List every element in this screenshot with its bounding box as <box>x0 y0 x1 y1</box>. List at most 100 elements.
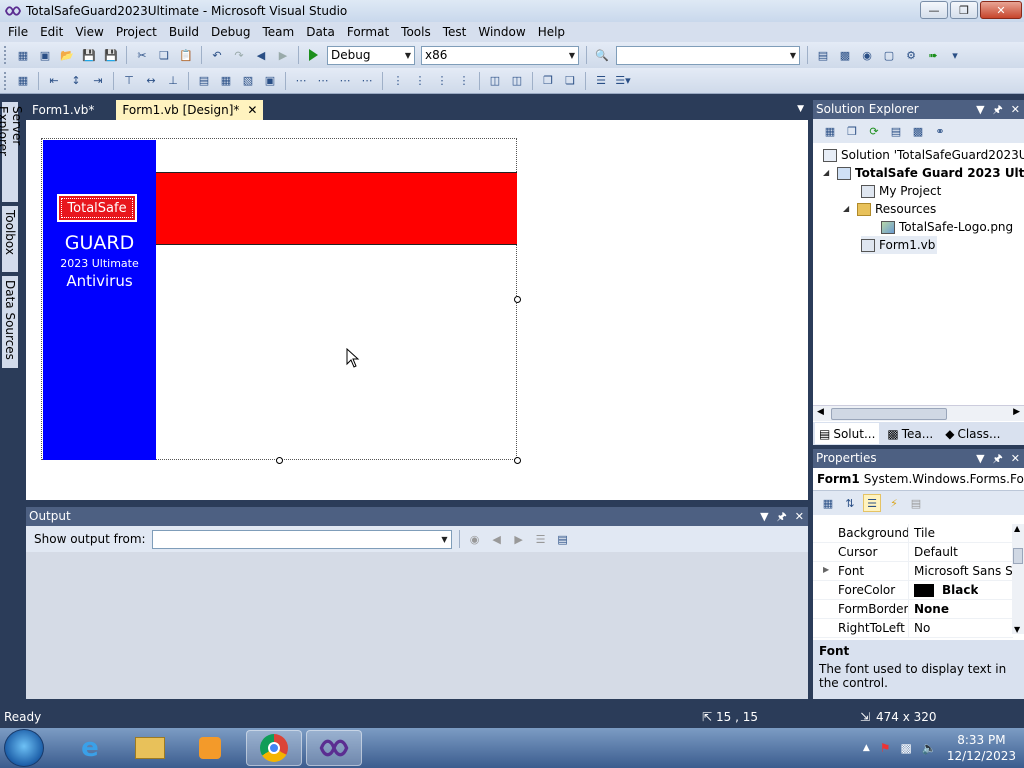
network-icon[interactable]: ▩ <box>901 741 912 755</box>
menu-team[interactable]: Team <box>256 22 300 42</box>
save-all-icon[interactable]: 💾 <box>102 46 120 64</box>
menu-test[interactable]: Test <box>437 22 473 42</box>
output-text-area[interactable] <box>26 552 808 699</box>
volume-icon[interactable]: 🔈 <box>922 741 937 755</box>
taskbar-file-explorer[interactable] <box>122 730 178 766</box>
view-designer-icon[interactable]: ▩ <box>909 122 927 140</box>
property-row[interactable]: RightToLeft No <box>813 619 1013 638</box>
horizontal-scrollbar[interactable]: ◀ ▶ <box>813 405 1024 421</box>
remove-horizontal-spacing-icon[interactable]: ⋯ <box>358 72 376 90</box>
scroll-right-icon[interactable]: ▶ <box>1013 407 1020 417</box>
property-row[interactable]: Cursor Default <box>813 543 1013 562</box>
pin-icon[interactable]: 🖈 <box>777 507 787 526</box>
increase-horizontal-spacing-icon[interactable]: ⋯ <box>314 72 332 90</box>
align-middles-icon[interactable]: ↔ <box>142 72 160 90</box>
align-lefts-icon[interactable]: ⇤ <box>45 72 63 90</box>
expanded-triangle-icon[interactable]: ◢ <box>823 164 833 182</box>
close-button[interactable]: ✕ <box>980 1 1022 19</box>
close-tab-icon[interactable]: ✕ <box>247 100 257 120</box>
tree-item-solution[interactable]: Solution 'TotalSafeGuard2023Ulti <box>823 146 1024 164</box>
taskbar-visual-studio[interactable] <box>306 730 362 766</box>
pin-icon[interactable]: 🖈 <box>993 449 1003 468</box>
start-debugging-icon[interactable] <box>309 49 318 61</box>
solution-config-select[interactable]: Debug ▼ <box>327 45 415 65</box>
restore-button[interactable]: ❐ <box>950 1 978 19</box>
extension-manager-icon[interactable]: ⚙ <box>902 46 920 64</box>
find-message-icon[interactable]: ◉ <box>466 530 484 548</box>
tab-team-explorer[interactable]: ▩ Tea... <box>883 423 937 444</box>
window-position-icon[interactable]: ▼ <box>760 507 768 526</box>
copy-icon[interactable]: ❏ <box>155 46 173 64</box>
scroll-up-icon[interactable]: ▲ <box>1014 524 1020 533</box>
make-same-width-icon[interactable]: ▤ <box>195 72 213 90</box>
menu-file[interactable]: File <box>2 22 34 42</box>
bring-to-front-icon[interactable]: ❐ <box>539 72 557 90</box>
toolbox-icon[interactable]: ▢ <box>880 46 898 64</box>
remove-vertical-spacing-icon[interactable]: ⋮ <box>455 72 473 90</box>
scroll-thumb[interactable] <box>831 408 947 420</box>
server-explorer-tab[interactable]: Server Explorer <box>0 102 24 202</box>
menu-build[interactable]: Build <box>163 22 205 42</box>
object-selector[interactable]: Form1 System.Windows.Forms.Fo ▼ <box>813 468 1024 491</box>
header-banner[interactable] <box>156 172 517 245</box>
tree-item-resources[interactable]: ◢ Resources <box>843 200 936 218</box>
property-row[interactable]: ▶ Font Microsoft Sans S <box>813 562 1013 581</box>
tab-solution-explorer[interactable]: ▤ Solut... <box>815 423 880 444</box>
scroll-thumb[interactable] <box>1013 548 1023 564</box>
increase-vertical-spacing-icon[interactable]: ⋮ <box>411 72 429 90</box>
tab-form1-design[interactable]: Form1.vb [Design]* ✕ <box>116 100 264 120</box>
property-row[interactable]: FormBorderStNone <box>813 600 1013 619</box>
output-source-select[interactable]: ▼ <box>151 529 452 549</box>
horizontal-spacing-equal-icon[interactable]: ⋯ <box>292 72 310 90</box>
show-all-files-icon[interactable]: ❐ <box>843 122 861 140</box>
toolbar-grip[interactable] <box>4 71 8 90</box>
menu-help[interactable]: Help <box>532 22 571 42</box>
antivirus-label[interactable]: Antivirus <box>43 272 156 290</box>
tree-item-my-project[interactable]: My Project <box>861 182 941 200</box>
start-button[interactable] <box>4 729 44 767</box>
form-designer[interactable]: TotalSafe GUARD 2023 Ultimate Antivirus <box>26 120 808 500</box>
edition-label[interactable]: 2023 Ultimate <box>43 257 156 270</box>
solution-explorer-icon[interactable]: ▤ <box>814 46 832 64</box>
navigate-forward-icon[interactable]: ▶ <box>274 46 292 64</box>
properties-view-icon[interactable]: ☰ <box>863 494 881 512</box>
align-rights-icon[interactable]: ⇥ <box>89 72 107 90</box>
tree-item-form1[interactable]: Form1.vb <box>861 236 938 254</box>
show-hidden-icons[interactable]: ▲ <box>863 743 870 753</box>
alphabetical-icon[interactable]: ⇅ <box>841 494 859 512</box>
next-message-icon[interactable]: ▶ <box>510 530 528 548</box>
word-wrap-icon[interactable]: ▤ <box>554 530 572 548</box>
tab-class-view[interactable]: ◆ Class... <box>941 423 1004 444</box>
center-horizontally-icon[interactable]: ◫ <box>486 72 504 90</box>
properties-window-icon[interactable]: ▩ <box>836 46 854 64</box>
navigate-backward-icon[interactable]: ◀ <box>252 46 270 64</box>
decrease-horizontal-spacing-icon[interactable]: ⋯ <box>336 72 354 90</box>
align-bottoms-icon[interactable]: ⊥ <box>164 72 182 90</box>
property-row[interactable]: ForeColor Black <box>813 581 1013 600</box>
menu-window[interactable]: Window <box>472 22 531 42</box>
center-vertically-icon[interactable]: ◫ <box>508 72 526 90</box>
open-file-icon[interactable]: 📂 <box>58 46 76 64</box>
view-class-diagram-icon[interactable]: ⚭ <box>931 122 949 140</box>
tab-form1-code[interactable]: Form1.vb* <box>26 100 100 120</box>
new-project-icon[interactable]: ▦ <box>14 46 32 64</box>
scroll-left-icon[interactable]: ◀ <box>817 407 824 417</box>
toolbar-options-icon[interactable]: ▾ <box>946 46 964 64</box>
taskbar-internet-explorer[interactable]: e <box>62 730 118 766</box>
object-browser-icon[interactable]: ◉ <box>858 46 876 64</box>
align-tops-icon[interactable]: ⊤ <box>120 72 138 90</box>
resize-handle-bottom-right[interactable] <box>514 457 521 464</box>
tab-order-icon[interactable]: ☰ <box>592 72 610 90</box>
menu-view[interactable]: View <box>69 22 109 42</box>
clear-all-icon[interactable]: ☰ <box>532 530 550 548</box>
active-files-dropdown-icon[interactable]: ▼ <box>797 104 804 114</box>
categorized-icon[interactable]: ▦ <box>819 494 837 512</box>
tree-item-project[interactable]: ◢ TotalSafe Guard 2023 Ultim <box>823 164 1024 182</box>
find-combo[interactable]: ▼ <box>616 45 800 65</box>
size-to-grid-icon[interactable]: ▦ <box>217 72 235 90</box>
menu-edit[interactable]: Edit <box>34 22 69 42</box>
form1-canvas[interactable]: TotalSafe GUARD 2023 Ultimate Antivirus <box>41 138 517 460</box>
property-row[interactable]: BackgroundIrTile <box>813 524 1013 543</box>
menu-project[interactable]: Project <box>110 22 163 42</box>
menu-data[interactable]: Data <box>300 22 341 42</box>
